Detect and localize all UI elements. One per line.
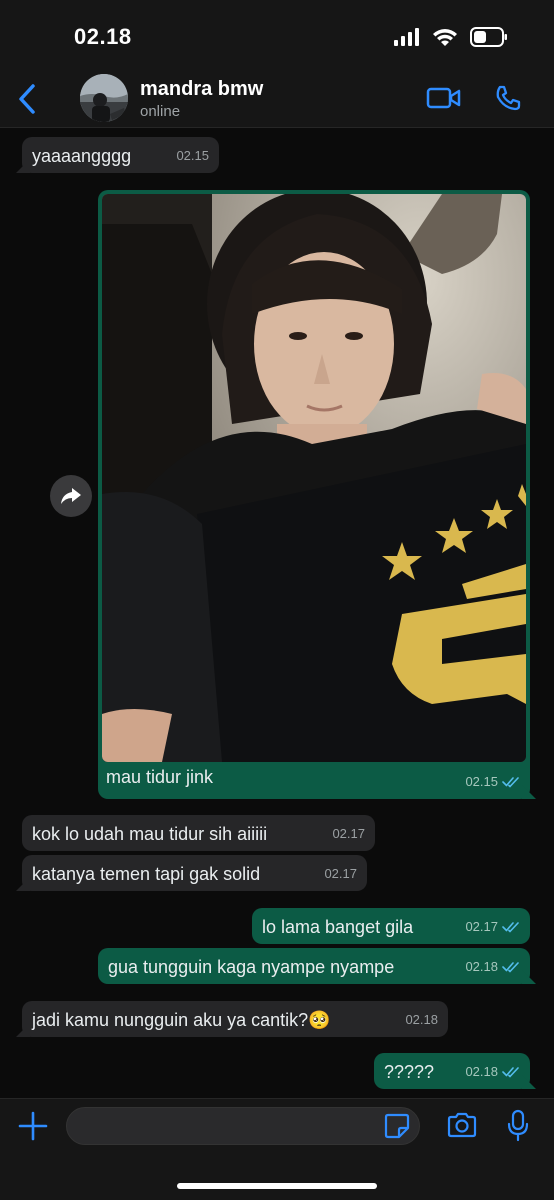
message-text: jadi kamu nungguin aku ya cantik?🥺	[32, 1010, 331, 1030]
home-indicator[interactable]	[177, 1183, 377, 1189]
message-bubble-outgoing[interactable]: gua tungguin kaga nyampe nyampe 02.18	[98, 948, 536, 984]
read-receipt-icon	[502, 777, 519, 788]
forward-button[interactable]	[50, 475, 92, 517]
back-button[interactable]	[12, 80, 42, 118]
message-bubble-outgoing[interactable]: ????? 02.18	[374, 1053, 536, 1089]
message-meta: 02.18	[405, 1009, 438, 1031]
message-meta: 02.18	[465, 956, 520, 978]
message-meta: 02.17	[465, 916, 520, 938]
wifi-icon	[433, 28, 457, 46]
microphone-icon	[507, 1109, 529, 1142]
camera-button[interactable]	[446, 1111, 478, 1144]
message-text: lo lama banget gila	[262, 917, 414, 937]
attach-button[interactable]	[18, 1111, 48, 1146]
video-call-icon	[426, 87, 461, 109]
message-time: 02.18	[405, 1012, 438, 1027]
photo-caption: mau tidur jink	[106, 767, 214, 787]
phone-icon	[496, 85, 521, 111]
contact-avatar[interactable]	[80, 74, 128, 122]
read-receipt-icon	[502, 922, 519, 933]
bubble-tail	[16, 159, 30, 173]
read-receipt-icon	[502, 962, 519, 973]
bubble-tail	[522, 1075, 536, 1089]
bubble-tail	[522, 970, 536, 984]
status-bar: 02.18	[0, 0, 554, 72]
sticker-button[interactable]	[384, 1113, 410, 1144]
input-bar	[0, 1098, 554, 1200]
message-meta: 02.18	[465, 1061, 520, 1083]
message-text: yaaaangggg	[32, 146, 132, 166]
battery-icon	[470, 27, 507, 47]
message-bubble-incoming[interactable]: yaaaangggg 02.15	[16, 137, 219, 173]
status-icons	[394, 27, 508, 47]
message-text: ?????	[384, 1062, 435, 1082]
forward-icon	[61, 488, 81, 504]
message-meta: 02.17	[324, 863, 357, 885]
chat-area[interactable]: yaaaangggg 02.15 mau tidur jink 02.15 ko…	[0, 129, 554, 1098]
avatar-image	[80, 74, 128, 122]
signal-icon	[394, 28, 419, 46]
shared-photo[interactable]	[102, 194, 526, 762]
back-chevron-icon	[19, 84, 35, 114]
message-meta: 02.15	[465, 771, 520, 793]
message-time: 02.15	[465, 774, 498, 789]
message-text: gua tungguin kaga nyampe nyampe	[108, 957, 395, 977]
video-call-button[interactable]	[426, 86, 462, 115]
message-meta: 02.15	[176, 145, 209, 167]
message-text: katanya temen tapi gak solid	[32, 864, 261, 884]
sticker-icon	[384, 1113, 410, 1139]
photo-image	[102, 194, 526, 762]
message-input[interactable]	[66, 1107, 420, 1145]
bubble-tail	[522, 785, 536, 799]
chat-header: mandra bmw online	[0, 72, 554, 128]
message-time: 02.15	[176, 148, 209, 163]
message-bubble-incoming[interactable]: katanya temen tapi gak solid 02.17	[16, 855, 367, 891]
message-bubble-incoming[interactable]: jadi kamu nungguin aku ya cantik?🥺 02.18	[16, 1001, 448, 1037]
bubble-tail	[16, 877, 30, 891]
microphone-button[interactable]	[506, 1109, 530, 1148]
plus-icon	[18, 1111, 48, 1141]
message-bubble-image[interactable]: mau tidur jink 02.15	[98, 190, 536, 799]
status-time: 02.18	[74, 24, 132, 49]
message-time: 02.18	[465, 959, 498, 974]
message-meta: 02.17	[332, 823, 365, 845]
contact-status: online	[140, 103, 181, 120]
message-text: kok lo udah mau tidur sih aiiiii	[32, 824, 268, 844]
read-receipt-icon	[502, 1067, 519, 1078]
message-time: 02.17	[324, 866, 357, 881]
bubble-tail	[16, 1023, 30, 1037]
camera-icon	[447, 1112, 477, 1138]
message-time: 02.17	[465, 919, 498, 934]
message-time: 02.18	[465, 1064, 498, 1079]
message-bubble-incoming[interactable]: kok lo udah mau tidur sih aiiiii 02.17	[22, 815, 375, 851]
contact-name[interactable]: mandra bmw	[140, 78, 263, 101]
voice-call-button[interactable]	[494, 84, 522, 117]
message-bubble-outgoing[interactable]: lo lama banget gila 02.17	[252, 908, 530, 944]
message-time: 02.17	[332, 826, 365, 841]
